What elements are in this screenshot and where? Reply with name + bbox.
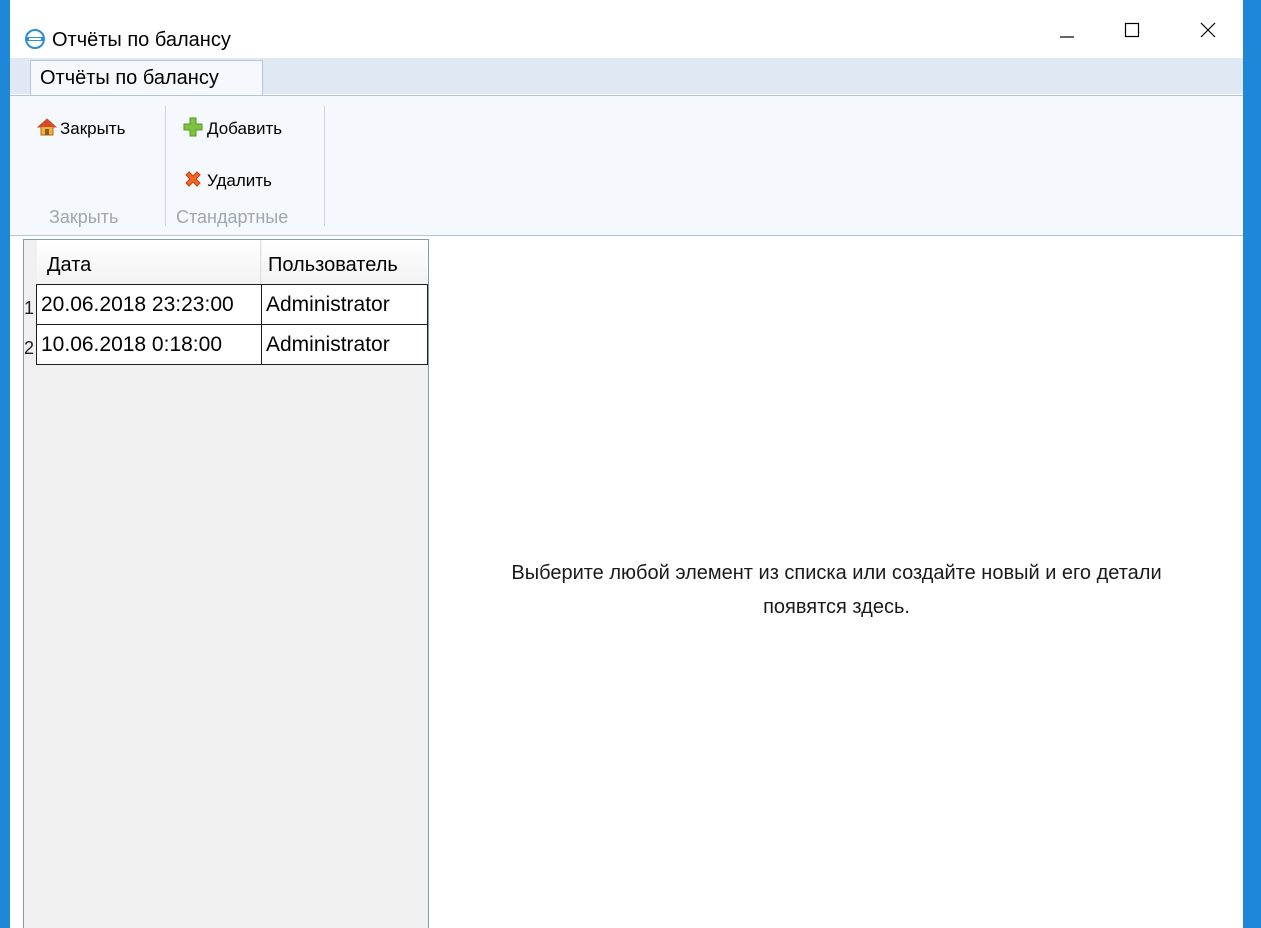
minimize-icon — [1059, 22, 1075, 38]
ribbon-tab-reports[interactable]: Отчёты по балансу — [30, 60, 263, 96]
home-icon — [36, 117, 60, 142]
table-row[interactable]: 1 20.06.2018 23:23:00 Administrator — [24, 284, 428, 325]
window-frame-right — [1243, 0, 1261, 928]
cell-date[interactable]: 20.06.2018 23:23:00 — [36, 284, 262, 325]
table-row[interactable]: 2 10.06.2018 0:18:00 Administrator — [24, 324, 428, 365]
app-logo-icon — [24, 28, 46, 50]
close-icon — [1200, 22, 1216, 38]
group-separator — [324, 106, 325, 226]
group-separator — [165, 106, 166, 226]
delete-x-icon — [182, 168, 207, 195]
reports-list[interactable]: Дата Пользователь 1 20.06.2018 23:23:00 … — [23, 239, 429, 928]
delete-button[interactable]: Удалить — [182, 168, 272, 194]
group-label-close: Закрыть — [49, 207, 119, 227]
add-button[interactable]: Добавить — [182, 116, 282, 142]
empty-detail-message: Выберите любой элемент из списка или соз… — [430, 556, 1243, 624]
window-frame-left — [0, 0, 10, 928]
group-label-standard: Стандартные — [176, 207, 289, 227]
plus-icon — [182, 116, 207, 143]
close-report-label: Закрыть — [60, 119, 126, 138]
empty-detail-line2: появятся здесь. — [763, 596, 910, 618]
add-label: Добавить — [207, 119, 283, 138]
window-title: Отчёты по балансу — [52, 29, 231, 51]
column-header-date[interactable]: Дата — [37, 240, 261, 284]
cell-user[interactable]: Administrator — [261, 324, 428, 365]
app-window: Отчёты по балансу Отчёты по балансу Закр… — [10, 0, 1243, 928]
delete-label: Удалить — [207, 171, 272, 190]
title-bar[interactable]: Отчёты по балансу — [10, 0, 1243, 58]
close-button[interactable] — [1185, 12, 1231, 48]
ribbon-panel: Закрыть Добавить Удалить Закрыть Стандар… — [10, 95, 1243, 236]
cell-date[interactable]: 10.06.2018 0:18:00 — [36, 324, 262, 365]
empty-detail-line1: Выберите любой элемент из списка или соз… — [511, 562, 1162, 584]
cell-user[interactable]: Administrator — [261, 284, 428, 325]
list-header: Дата Пользователь — [37, 240, 428, 284]
maximize-button[interactable] — [1109, 12, 1155, 48]
column-header-user[interactable]: Пользователь — [262, 240, 428, 284]
close-report-button[interactable]: Закрыть — [36, 116, 126, 142]
minimize-button[interactable] — [1044, 12, 1090, 48]
maximize-icon — [1124, 22, 1140, 38]
